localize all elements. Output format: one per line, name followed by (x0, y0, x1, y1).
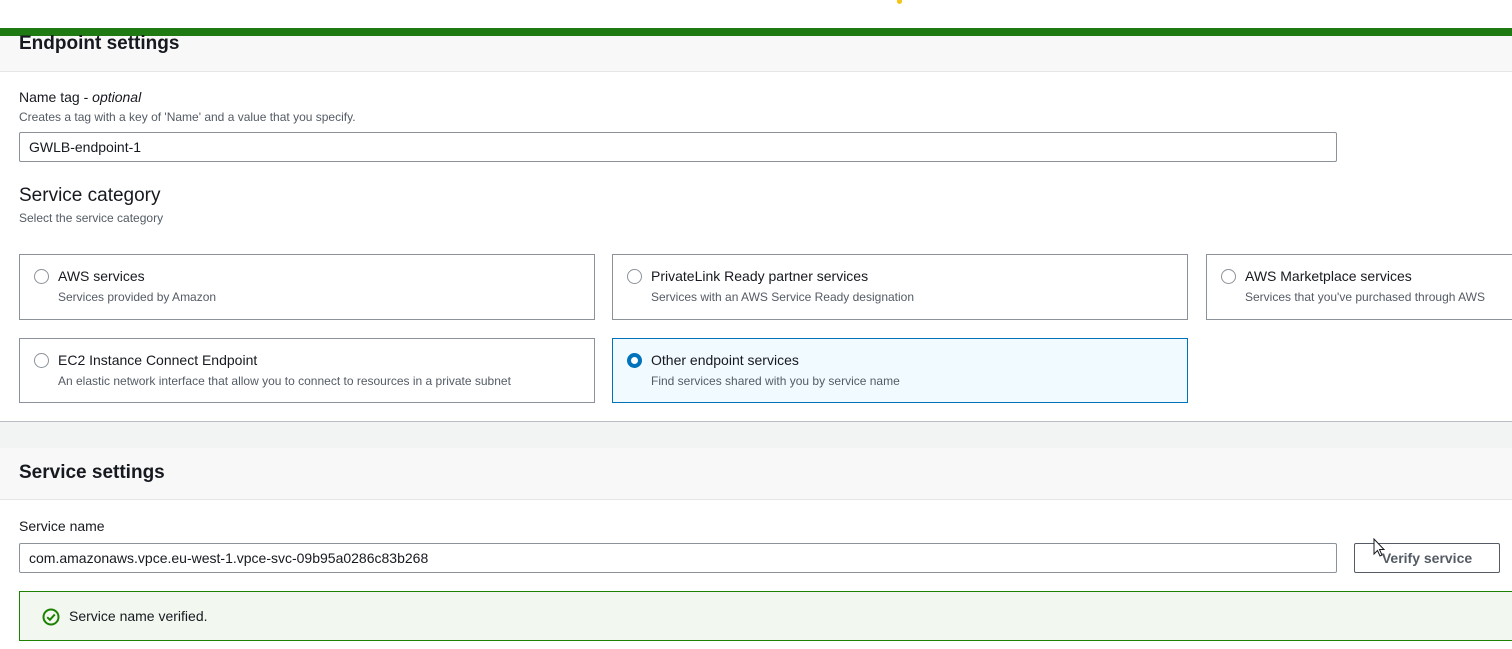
option-privatelink-partner-services[interactable]: PrivateLink Ready partner services Servi… (612, 254, 1188, 320)
endpoint-settings-header: Endpoint settings (0, 33, 1512, 72)
service-name-label: Service name (19, 518, 105, 534)
option-title: PrivateLink Ready partner services (651, 268, 869, 284)
radio-selected-icon[interactable] (627, 353, 642, 368)
option-description: Services with an AWS Service Ready desig… (651, 290, 915, 304)
radio-icon[interactable] (627, 269, 642, 284)
top-bar (0, 0, 1512, 28)
name-tag-label-text: Name tag (19, 89, 80, 105)
option-aws-services[interactable]: AWS services Services provided by Amazon (19, 254, 595, 320)
check-circle-icon (42, 608, 60, 626)
endpoint-settings-title: Endpoint settings (19, 33, 180, 54)
option-ec2-instance-connect-endpoint[interactable]: EC2 Instance Connect Endpoint An elastic… (19, 338, 595, 403)
option-description: An elastic network interface that allow … (58, 374, 511, 388)
name-tag-optional: optional (92, 89, 142, 105)
option-other-endpoint-services[interactable]: Other endpoint services Find services sh… (612, 338, 1188, 403)
option-title: EC2 Instance Connect Endpoint (58, 352, 258, 368)
name-tag-input[interactable]: GWLB-endpoint-1 (19, 132, 1337, 162)
service-verified-message: Service name verified. (69, 608, 208, 624)
section-gap (0, 422, 1512, 448)
name-tag-description: Creates a tag with a key of 'Name' and a… (19, 110, 356, 124)
service-category-title: Service category (19, 185, 161, 206)
radio-icon[interactable] (34, 269, 49, 284)
loading-indicator (897, 0, 902, 4)
option-title: AWS services (58, 268, 145, 284)
option-description: Services provided by Amazon (58, 290, 217, 304)
service-category-description: Select the service category (19, 211, 164, 225)
service-name-input[interactable]: com.amazonaws.vpce.eu-west-1.vpce-svc-09… (19, 543, 1337, 573)
radio-icon[interactable] (34, 353, 49, 368)
mouse-cursor-icon (1373, 538, 1386, 557)
service-settings-panel: Service settings Service name com.amazon… (0, 448, 1512, 649)
service-settings-title: Service settings (19, 462, 165, 483)
radio-icon[interactable] (1221, 269, 1236, 284)
option-aws-marketplace-services[interactable]: AWS Marketplace services Services that y… (1206, 254, 1512, 320)
name-tag-label: Name tag - optional (19, 89, 142, 105)
service-settings-header: Service settings (0, 448, 1512, 500)
progress-accent-bar (0, 28, 1512, 36)
service-verified-alert: Service name verified. (19, 591, 1512, 641)
option-title: AWS Marketplace services (1245, 268, 1412, 284)
option-description: Find services shared with you by service… (651, 374, 900, 388)
option-description: Services that you've purchased through A… (1245, 290, 1485, 304)
endpoint-settings-panel: Endpoint settings Name tag - optional Cr… (0, 33, 1512, 422)
option-title: Other endpoint services (651, 352, 799, 368)
